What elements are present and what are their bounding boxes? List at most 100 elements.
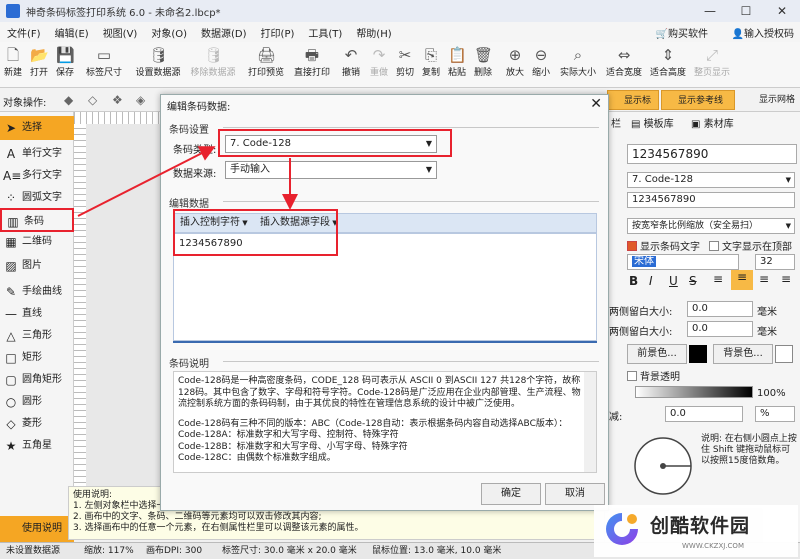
toolbar-zoom-out-button[interactable]: ⊖ 缩小 bbox=[530, 44, 552, 86]
menu-view[interactable]: 视图(V) bbox=[96, 25, 145, 40]
tab-materials-label: 素材库 bbox=[703, 119, 734, 130]
show-ruler-button[interactable]: 显示标尺 bbox=[607, 90, 659, 126]
toolbar-new-file-button[interactable]: 🗋 新建 bbox=[2, 44, 24, 86]
guide-label: 显示参考线 bbox=[678, 96, 724, 106]
help-button[interactable]: 使用说明 bbox=[0, 516, 74, 542]
prop-type-select[interactable]: 7. Code-128 ▼ bbox=[627, 172, 795, 188]
menu-file[interactable]: 文件(F) bbox=[0, 25, 48, 40]
grid-label: 显示网格 bbox=[759, 95, 796, 105]
tool-freehand[interactable]: ✎ 手绘曲线 bbox=[0, 280, 74, 304]
tab-properties[interactable]: 栏 bbox=[611, 116, 621, 134]
reduce-label: 减: bbox=[609, 412, 623, 423]
show-guide-button[interactable]: 显示参考线 bbox=[661, 90, 735, 110]
tool-diamond[interactable]: ◇ 菱形 bbox=[0, 412, 74, 436]
layer-top-icon[interactable]: ❖ bbox=[112, 93, 123, 107]
tool-image[interactable]: ▨ 图片 bbox=[0, 254, 74, 278]
menu-datasource[interactable]: 数据源(D) bbox=[194, 25, 254, 40]
menu-help[interactable]: 帮助(H) bbox=[349, 25, 398, 40]
underline-icon[interactable]: U bbox=[669, 274, 678, 288]
toolbar-undo-button[interactable]: ↶ 撤销 bbox=[340, 44, 362, 86]
tool-rounded-rect[interactable]: ▢ 圆角矩形 bbox=[0, 368, 74, 392]
toolbar-redo-button[interactable]: ↷ 重做 bbox=[368, 44, 390, 86]
menu-print[interactable]: 打印(P) bbox=[254, 25, 302, 40]
data-source-select[interactable]: 手动输入 ▼ bbox=[225, 161, 437, 179]
tool-select[interactable]: ➤ 选择 bbox=[0, 116, 74, 140]
strikethrough-icon[interactable]: S bbox=[689, 274, 697, 288]
tool-multi-text[interactable]: A≡ 多行文字 bbox=[0, 164, 74, 188]
tool-star[interactable]: ★ 五角星 bbox=[0, 434, 74, 458]
align-left-icon[interactable]: ≡ bbox=[713, 272, 723, 286]
margin-tb-input[interactable]: 0.0 bbox=[687, 321, 753, 337]
layer-down-icon[interactable]: ◇ bbox=[88, 93, 97, 107]
fg-color-button[interactable]: 前景色... bbox=[627, 344, 687, 364]
section-barcode-settings: 条码设置 bbox=[169, 125, 209, 136]
circle-icon: ○ bbox=[5, 395, 17, 409]
menu-tools[interactable]: 工具(T) bbox=[301, 25, 349, 40]
desc-line: Code-128C：由偶数个标准数字组成。 bbox=[178, 453, 336, 463]
toolbar-actual-size-button[interactable]: ⌕ 实际大小 bbox=[558, 44, 598, 86]
toolbar-save-button[interactable]: 💾 保存 bbox=[54, 44, 76, 86]
show-grid-button[interactable]: 显示网格 bbox=[745, 90, 800, 110]
text-top-checkbox[interactable]: 文字显示在顶部 bbox=[709, 238, 792, 253]
toolbar-remove-datasource-button[interactable]: 🛢 移除数据源 bbox=[188, 44, 238, 86]
toolbar-print-button[interactable]: 🖶 直接打印 bbox=[292, 44, 332, 86]
toolbar-label-size-button[interactable]: ▭ 标签尺寸 bbox=[84, 44, 124, 86]
tool-barcode[interactable]: ▥ 条码 bbox=[0, 208, 74, 232]
close-icon[interactable]: ✕ bbox=[590, 96, 602, 112]
show-text-checkbox[interactable]: 显示条码文字 bbox=[627, 238, 700, 253]
prop-data-input[interactable]: 1234567890 bbox=[627, 192, 795, 208]
transparent-checkbox[interactable]: 背景透明 bbox=[627, 368, 680, 383]
menu-edit[interactable]: 编辑(E) bbox=[48, 25, 96, 40]
tool-arc-text[interactable]: ⁘ 圆弧文字 bbox=[0, 186, 74, 210]
align-justify-icon[interactable]: ≡ bbox=[781, 272, 791, 286]
bg-color-button[interactable]: 背景色... bbox=[713, 344, 773, 364]
font-size-input[interactable]: 32 bbox=[755, 254, 795, 270]
tab-templates[interactable]: ▤ 模板库 bbox=[631, 116, 674, 134]
scrollbar[interactable] bbox=[584, 372, 596, 472]
maximize-button[interactable]: ☐ bbox=[728, 0, 764, 22]
rotation-dial[interactable] bbox=[631, 434, 695, 498]
ok-button[interactable]: 确定 bbox=[481, 483, 541, 505]
reduce-input[interactable]: 0.0 bbox=[665, 406, 743, 422]
divider bbox=[223, 127, 599, 128]
toolbar-fit-height-button[interactable]: ⇕ 适合高度 bbox=[648, 44, 688, 86]
minimize-button[interactable]: — bbox=[692, 0, 728, 22]
prop-scale-select[interactable]: 按宽窄条比例缩放（安全易扫） ▼ bbox=[627, 218, 795, 234]
tool-label: 菱形 bbox=[22, 418, 42, 429]
toolbar-fit-page-button[interactable]: ⤢ 整页显示 bbox=[692, 44, 732, 86]
toolbar-paste-button[interactable]: 📋 粘贴 bbox=[446, 44, 468, 86]
layer-up-icon[interactable]: ◆ bbox=[64, 93, 73, 107]
align-right-icon[interactable]: ≡ bbox=[759, 272, 769, 286]
close-window-button[interactable]: ✕ bbox=[764, 0, 800, 22]
type-label: 条码类型: bbox=[173, 145, 217, 156]
reduce-unit-select[interactable]: % bbox=[755, 406, 795, 422]
cart-icon: 🛒 bbox=[655, 29, 668, 40]
toolbar-zoom-in-button[interactable]: ⊕ 放大 bbox=[504, 44, 526, 86]
font-select[interactable]: 宋体 bbox=[627, 254, 739, 270]
tool-circle[interactable]: ○ 圆形 bbox=[0, 390, 74, 414]
layer-bottom-icon[interactable]: ◈ bbox=[136, 93, 145, 107]
toolbar-fit-width-button[interactable]: ⇔ 适合宽度 bbox=[604, 44, 644, 86]
tab-materials[interactable]: ▣ 素材库 bbox=[691, 116, 734, 134]
margin-lr-input[interactable]: 0.0 bbox=[687, 301, 753, 317]
cancel-button[interactable]: 取消 bbox=[545, 483, 605, 505]
bold-icon[interactable]: B bbox=[629, 274, 638, 288]
toolbar-cut-button[interactable]: ✂ 剪切 bbox=[394, 44, 416, 86]
tool-rectangle[interactable]: □ 矩形 bbox=[0, 346, 74, 370]
italic-icon[interactable]: I bbox=[649, 274, 653, 288]
tool-qrcode[interactable]: ▦ 二维码 bbox=[0, 230, 74, 254]
opacity-slider[interactable] bbox=[635, 386, 753, 398]
toolbar-open-button[interactable]: 📂 打开 bbox=[28, 44, 50, 86]
toolbar-datasource-button[interactable]: 🛢 设置数据源 bbox=[134, 44, 182, 86]
align-center-icon[interactable]: ≡ bbox=[731, 270, 753, 290]
license-link[interactable]: 👤输入授权码 bbox=[732, 25, 794, 40]
toolbar-print-preview-button[interactable]: 🖨 打印预览 bbox=[246, 44, 286, 86]
menu-object[interactable]: 对象(O) bbox=[144, 25, 194, 40]
tool-single-text[interactable]: A 单行文字 bbox=[0, 142, 74, 166]
tool-line[interactable]: — 直线 bbox=[0, 302, 74, 326]
toolbar-delete-button[interactable]: 🗑 删除 bbox=[472, 44, 494, 86]
properties-panel: 栏 ▤ 模板库 ▣ 素材库 1234567890 7. Code-128 ▼ 12… bbox=[604, 112, 800, 542]
toolbar-copy-button[interactable]: ⎘ 复制 bbox=[420, 44, 442, 86]
buy-software-link[interactable]: 🛒购买软件 bbox=[656, 25, 708, 40]
tool-triangle[interactable]: △ 三角形 bbox=[0, 324, 74, 348]
